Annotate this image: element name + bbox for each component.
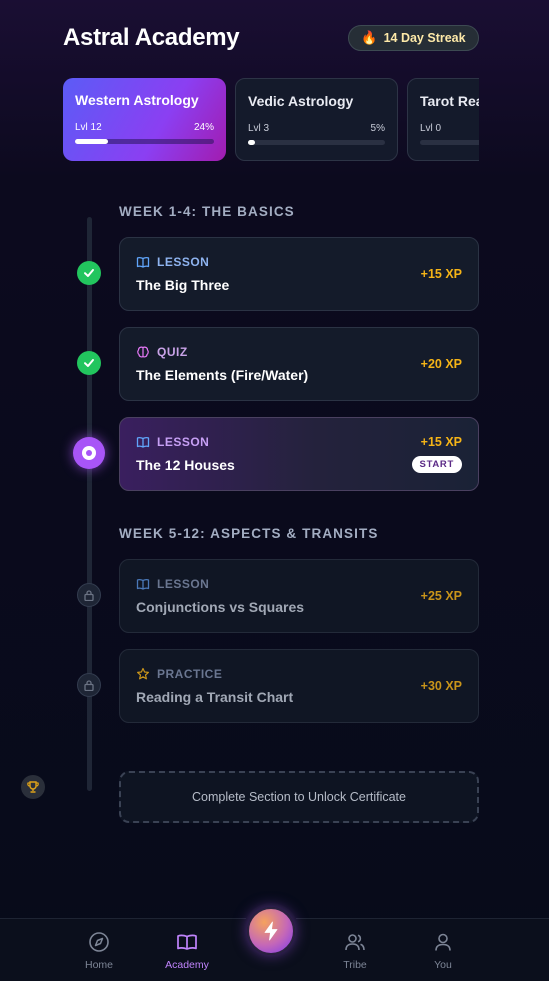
- track-progress-fill: [248, 140, 255, 145]
- lesson-name: The 12 Houses: [136, 457, 235, 473]
- xp-reward: +15 XP: [420, 267, 462, 281]
- xp-reward: +20 XP: [420, 357, 462, 371]
- nav-label: You: [434, 959, 452, 971]
- track-name: Vedic Astrology: [248, 93, 354, 109]
- lesson-name: Reading a Transit Chart: [136, 689, 294, 705]
- practice-card-locked[interactable]: PRACTICE Reading a Transit Chart +30 XP: [119, 649, 479, 723]
- book-open-icon: [177, 934, 197, 950]
- nav-label: Tribe: [343, 959, 367, 971]
- current-dot-icon: [82, 446, 96, 460]
- lesson-kind: LESSON: [157, 435, 210, 449]
- lesson-card-current[interactable]: LESSON The 12 Houses +15 XP START: [119, 417, 479, 491]
- status-locked-node: [77, 583, 101, 607]
- lock-icon: [84, 589, 94, 601]
- quiz-card[interactable]: QUIZ The Elements (Fire/Water) +20 XP: [119, 327, 479, 401]
- track-carousel[interactable]: Western Astrology Lvl 12 24% Vedic Astro…: [63, 78, 479, 162]
- star-icon: [137, 667, 149, 680]
- brain-icon: [137, 346, 149, 358]
- track-progress-bar: [248, 140, 385, 145]
- track-level: Lvl 0: [420, 123, 442, 134]
- section-title: WEEK 5-12: ASPECTS & TRANSITS: [119, 526, 379, 541]
- nav-academy[interactable]: Academy: [157, 931, 217, 971]
- lesson-kind: LESSON: [157, 255, 210, 269]
- status-complete-node: [77, 351, 101, 375]
- status-complete-node: [77, 261, 101, 285]
- nav-you[interactable]: You: [413, 931, 473, 971]
- track-progress-bar: [420, 140, 479, 145]
- track-percent: 24%: [193, 122, 214, 133]
- trophy-icon: [21, 775, 45, 799]
- certificate-placeholder: Complete Section to Unlock Certificate: [119, 771, 479, 823]
- book-icon: [136, 578, 150, 590]
- track-card-vedic[interactable]: Vedic Astrology Lvl 3 5%: [235, 78, 398, 161]
- lock-icon: [84, 679, 94, 691]
- status-locked-node: [77, 673, 101, 697]
- start-button[interactable]: START: [411, 456, 462, 473]
- lesson-name: The Big Three: [136, 277, 230, 293]
- track-level: Lvl 12: [75, 122, 102, 133]
- streak-badge[interactable]: 🔥 14 Day Streak: [348, 25, 479, 51]
- streak-label: 14 Day Streak: [383, 31, 466, 45]
- track-name: Tarot Reading: [420, 93, 479, 109]
- nav-label: Academy: [165, 959, 209, 971]
- check-icon: [84, 359, 94, 367]
- status-current-node: [73, 437, 105, 469]
- track-level: Lvl 3: [248, 123, 270, 134]
- xp-reward: +30 XP: [420, 679, 462, 693]
- book-icon: [136, 256, 150, 268]
- users-icon: [345, 934, 365, 951]
- lightning-icon: [264, 921, 278, 941]
- lesson-kind: QUIZ: [157, 345, 188, 359]
- lesson-kind: PRACTICE: [157, 667, 223, 681]
- track-percent: 5%: [370, 123, 385, 134]
- book-icon: [136, 436, 150, 448]
- track-card-western[interactable]: Western Astrology Lvl 12 24%: [63, 78, 226, 161]
- flame-icon: 🔥: [361, 30, 378, 45]
- user-icon: [435, 933, 451, 951]
- timeline-line: [87, 217, 92, 791]
- compass-icon: [89, 932, 109, 952]
- nav-tribe[interactable]: Tribe: [325, 931, 385, 971]
- track-progress-bar: [75, 139, 214, 144]
- page-title: Astral Academy: [63, 24, 240, 51]
- lesson-card-locked[interactable]: LESSON Conjunctions vs Squares +25 XP: [119, 559, 479, 633]
- xp-reward: +25 XP: [420, 589, 462, 603]
- xp-reward: +15 XP: [420, 435, 462, 449]
- track-name: Western Astrology: [75, 92, 199, 108]
- lesson-name: The Elements (Fire/Water): [136, 367, 309, 383]
- track-progress-fill: [75, 139, 109, 144]
- nav-label: Home: [84, 959, 113, 971]
- quick-action-button[interactable]: [243, 903, 299, 959]
- lesson-kind: LESSON: [157, 577, 210, 591]
- section-title: WEEK 1-4: THE BASICS: [119, 204, 295, 219]
- check-icon: [84, 269, 94, 277]
- lesson-card[interactable]: LESSON The Big Three +15 XP: [119, 237, 479, 311]
- track-card-tarot[interactable]: Tarot Reading Lvl 0 0%: [407, 78, 479, 161]
- nav-home[interactable]: Home: [69, 931, 129, 971]
- lesson-name: Conjunctions vs Squares: [136, 599, 305, 615]
